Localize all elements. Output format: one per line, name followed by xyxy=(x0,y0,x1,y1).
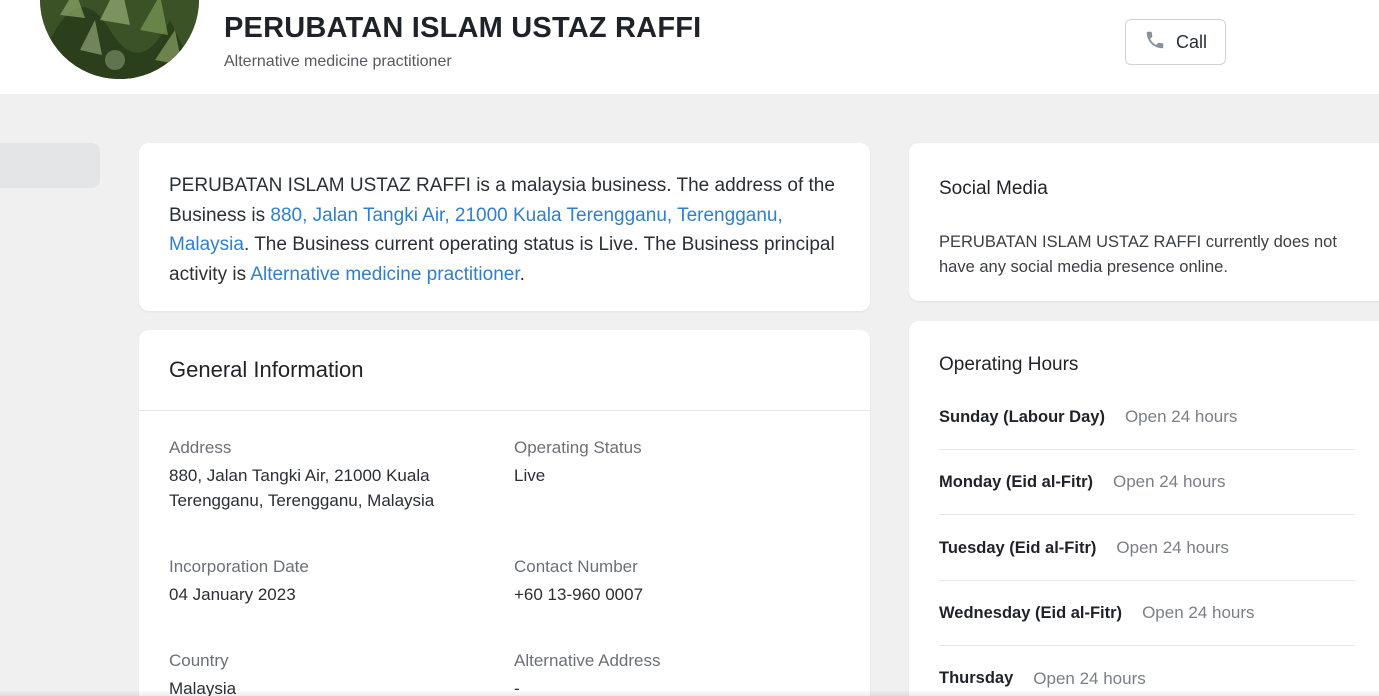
general-information-card: General Information Address 880, Jalan T… xyxy=(139,330,870,696)
hours-time: Open 24 hours xyxy=(1116,538,1229,557)
business-avatar xyxy=(40,0,199,79)
field-label: Contact Number xyxy=(514,557,638,576)
field-value: Live xyxy=(514,466,546,485)
social-media-title: Social Media xyxy=(939,178,1048,199)
hours-day: Thursday xyxy=(939,669,1014,687)
sidebar-placeholder xyxy=(0,143,100,188)
bottom-edge-shadow xyxy=(0,690,1379,696)
hours-time: Open 24 hours xyxy=(1033,668,1146,688)
hours-day: Sunday (Labour Day) xyxy=(939,407,1105,426)
field-value: +60 13-960 0007 xyxy=(514,585,644,604)
hours-row: Tuesday (Eid al-Fitr) Open 24 hours xyxy=(939,516,1355,581)
field-incorporation-date: Incorporation Date 04 January 2023 xyxy=(169,557,469,607)
hours-time: Open 24 hours xyxy=(1142,603,1255,622)
foliage-photo xyxy=(40,0,199,79)
field-address: Address 880, Jalan Tangki Air, 21000 Kua… xyxy=(169,438,459,513)
field-label: Country xyxy=(169,651,229,670)
operating-hours-title: Operating Hours xyxy=(939,354,1079,375)
field-value: 880, Jalan Tangki Air, 21000 Kuala Teren… xyxy=(169,466,435,510)
hours-row: Thursday Open 24 hours xyxy=(939,646,1355,696)
field-label: Alternative Address xyxy=(514,651,661,670)
hours-day: Wednesday (Eid al-Fitr) xyxy=(939,603,1123,622)
social-media-text: PERUBATAN ISLAM USTAZ RAFFI currently do… xyxy=(939,233,1337,276)
hours-row: Sunday (Labour Day) Open 24 hours xyxy=(939,385,1355,450)
section-divider xyxy=(139,410,870,411)
general-information-title: General Information xyxy=(169,357,364,382)
field-contact-number: Contact Number +60 13-960 0007 xyxy=(514,557,814,607)
field-label: Operating Status xyxy=(514,438,642,457)
field-label: Address xyxy=(169,438,232,457)
hours-day: Monday (Eid al-Fitr) xyxy=(939,472,1093,491)
call-button[interactable]: Call xyxy=(1125,19,1226,65)
phone-icon xyxy=(1144,29,1166,56)
hours-time: Open 24 hours xyxy=(1124,407,1238,426)
operating-hours-card: Operating Hours Sunday (Labour Day) Open… xyxy=(909,321,1379,696)
business-category: Alternative medicine practitioner xyxy=(224,53,452,70)
business-header: PERUBATAN ISLAM USTAZ RAFFI Alternative … xyxy=(0,0,1379,94)
hours-day: Tuesday (Eid al-Fitr) xyxy=(939,538,1097,557)
intro-text-3: . xyxy=(519,263,525,285)
field-label: Incorporation Date xyxy=(169,557,309,576)
business-intro-card: PERUBATAN ISLAM USTAZ RAFFI is a malaysi… xyxy=(139,143,870,311)
hours-time: Open 24 hours xyxy=(1113,472,1226,491)
hours-row: Wednesday (Eid al-Fitr) Open 24 hours xyxy=(939,581,1355,646)
activity-link[interactable]: Alternative medicine practitioner xyxy=(250,264,519,285)
field-operating-status: Operating Status Live xyxy=(514,438,814,488)
social-media-card: Social Media PERUBATAN ISLAM USTAZ RAFFI… xyxy=(909,143,1379,301)
hours-row: Monday (Eid al-Fitr) Open 24 hours xyxy=(939,450,1355,515)
business-name: PERUBATAN ISLAM USTAZ RAFFI xyxy=(224,12,702,44)
call-button-label: Call xyxy=(1175,31,1207,52)
field-value: 04 January 2023 xyxy=(169,585,296,604)
